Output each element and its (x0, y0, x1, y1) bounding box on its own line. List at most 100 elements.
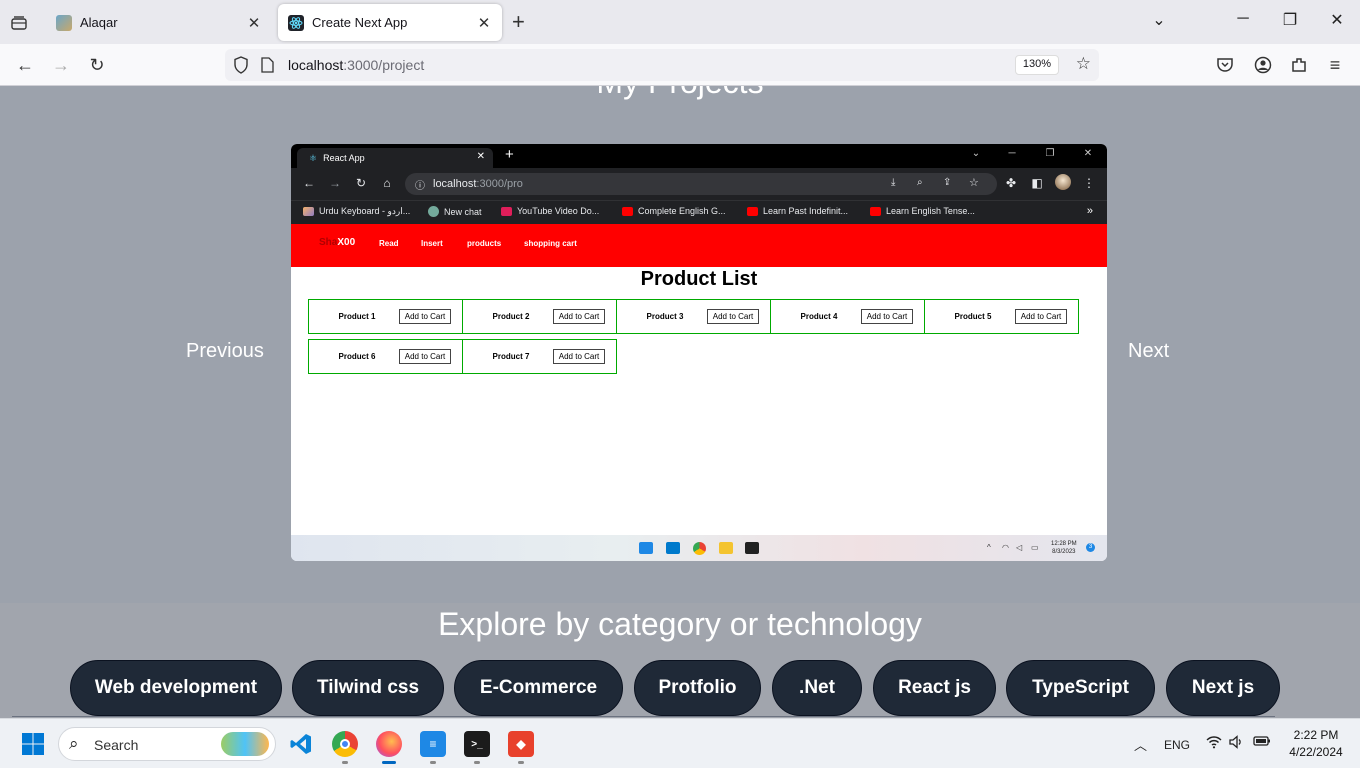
vscode-icon[interactable] (288, 731, 314, 757)
reload-icon[interactable]: ↻ (86, 54, 108, 76)
system-clock[interactable]: 2:22 PM 4/22/2024 (1280, 727, 1352, 761)
url-text[interactable]: localhost:3000/project (288, 57, 424, 73)
start-windows-icon[interactable] (20, 731, 46, 757)
battery-icon[interactable] (1253, 735, 1271, 750)
chevron-up-icon: ^ (987, 543, 991, 552)
chevron-up-icon[interactable]: ︿ (1134, 735, 1147, 754)
close-tab-icon[interactable]: ✕ (476, 14, 492, 32)
sidepanel-icon: ◧ (1031, 176, 1043, 190)
extensions-icon[interactable] (1288, 54, 1310, 76)
language-indicator[interactable]: ENG (1164, 738, 1190, 752)
wifi-icon[interactable] (1206, 735, 1222, 752)
star-icon: ☆ (969, 177, 979, 189)
youtube-icon (870, 206, 881, 216)
git-icon[interactable]: ◆ (508, 731, 534, 757)
tab-alaqar[interactable]: Alaqar ✕ (46, 4, 272, 41)
tab-create-next-app[interactable]: Create Next App ✕ (278, 4, 502, 41)
bookmark-item: Learn English Tense... (870, 206, 975, 216)
folder-icon (719, 542, 733, 554)
browser-tab-bar: Alaqar ✕ Create Next App ✕ + ⌄ ─ ❐ ✕ (0, 0, 1360, 44)
taskbar-search-box[interactable]: ⌕ Search (58, 727, 276, 761)
address-bar[interactable]: localhost:3000/project 130% ☆ (225, 49, 1099, 81)
chevron-down-icon: ⌄ (971, 148, 981, 159)
running-indicator (474, 761, 480, 764)
bookmark-label: YouTube Video Do... (517, 206, 600, 216)
firefox-icon[interactable] (376, 731, 402, 757)
add-to-cart-button: Add to Cart (1015, 309, 1067, 324)
screenshot-url-host: localhost (433, 178, 477, 190)
category-e-commerce[interactable]: E-Commerce (454, 660, 623, 716)
screenshot-omnibox: ⓘ localhost:3000/pro ⤓ ⌕ ⇪ ☆ (405, 173, 997, 195)
app-nav-insert: Insert (421, 239, 443, 248)
add-to-cart-button: Add to Cart (707, 309, 759, 324)
previous-button[interactable]: Previous (186, 340, 264, 363)
product-card: Product 3 Add to Cart (616, 299, 771, 334)
account-icon[interactable] (1252, 54, 1274, 76)
project-screenshot: ⚛ React App ✕ + ⌄ ─ ❐ ✕ ← → ↻ ⌂ ⓘ localh… (291, 144, 1107, 561)
running-indicator (342, 761, 348, 764)
new-tab-icon: + (505, 146, 514, 163)
pocket-icon[interactable] (1214, 54, 1236, 76)
terminal-icon (745, 542, 759, 554)
back-icon[interactable]: ← (14, 54, 36, 76)
shield-icon[interactable] (233, 56, 249, 79)
product-list-title: Product List (640, 268, 758, 290)
add-to-cart-button: Add to Cart (553, 349, 605, 364)
add-to-cart-button: Add to Cart (399, 309, 451, 324)
category-next-js[interactable]: Next js (1166, 660, 1280, 716)
minimize-icon[interactable]: ─ (1230, 10, 1256, 28)
product-card: Product 1 Add to Cart (308, 299, 463, 334)
react-favicon-icon (288, 14, 304, 31)
page-content: My Projects Previous Next ⚛ React App ✕ … (0, 86, 1360, 718)
category-typescript[interactable]: TypeScript (1006, 660, 1155, 716)
zoom-icon: ⌕ (917, 177, 923, 188)
next-button[interactable]: Next (1128, 340, 1169, 363)
close-icon: ✕ (1083, 148, 1093, 159)
zoom-level-badge[interactable]: 130% (1014, 55, 1059, 75)
chrome-icon[interactable] (332, 731, 358, 757)
product-card: Product 5 Add to Cart (924, 299, 1079, 334)
bookmark-item: YouTube Video Do... (501, 206, 599, 216)
screenshot-bookmarks-bar: Urdu Keyboard - اردو... New chat YouTube… (291, 200, 1107, 224)
bookmark-label: New chat (444, 206, 482, 217)
app-navbar: ShaX00 Read Insert products shopping car… (291, 224, 1107, 267)
volume-icon[interactable] (1229, 735, 1243, 752)
product-name: Product 7 (492, 352, 530, 361)
clock-date: 4/22/2024 (1289, 745, 1343, 759)
bookmark-star-icon[interactable]: ☆ (1076, 54, 1091, 74)
bookmark-label: Urdu Keyboard - اردو... (319, 206, 411, 216)
screenshot-tab-bar: ⚛ React App ✕ + ⌄ ─ ❐ ✕ (291, 144, 1107, 168)
screenshot-url: localhost:3000/pro (433, 178, 523, 190)
back-icon: ← (303, 176, 315, 190)
menu-icon[interactable]: ≡ (1324, 54, 1346, 76)
restore-icon[interactable]: ❐ (1277, 10, 1303, 30)
list-all-tabs-icon[interactable]: ⌄ (1146, 10, 1172, 30)
terminal-icon[interactable]: >_ (464, 731, 490, 757)
category-web-development[interactable]: Web development (70, 660, 282, 716)
category-react-js[interactable]: React js (873, 660, 996, 716)
vscode-icon (666, 542, 680, 554)
app-nav-shopping-cart: shopping cart (524, 239, 577, 248)
add-to-cart-button: Add to Cart (861, 309, 913, 324)
search-icon: ⌕ (69, 734, 79, 753)
running-indicator (430, 761, 436, 764)
close-window-icon[interactable]: ✕ (1324, 10, 1350, 30)
page-info-icon[interactable] (261, 57, 274, 78)
close-tab-icon[interactable]: ✕ (246, 14, 262, 32)
forward-icon[interactable]: → (50, 54, 72, 76)
url-path: :3000/project (343, 57, 425, 73)
restore-icon: ❐ (1045, 148, 1055, 159)
chrome-icon (693, 542, 706, 555)
notification-badge: 3 (1086, 543, 1095, 552)
category-tilwind-css[interactable]: Tilwind css (292, 660, 444, 716)
brand-prefix: Sha (319, 237, 338, 248)
notepad-icon[interactable]: ≡ (420, 731, 446, 757)
tab-list-icon[interactable] (8, 12, 30, 34)
new-tab-icon[interactable]: + (512, 11, 525, 33)
category-dotnet[interactable]: .Net (772, 660, 862, 716)
wifi-icon: ◠ (1002, 543, 1009, 552)
screenshot-taskbar: ^ ◠ ◁ ▭ 12:28 PM 8/3/2023 3 (291, 535, 1107, 561)
search-highlight-icon (221, 732, 269, 756)
category-protfolio[interactable]: Protfolio (634, 660, 761, 716)
page-heading: My Projects (0, 86, 1360, 101)
